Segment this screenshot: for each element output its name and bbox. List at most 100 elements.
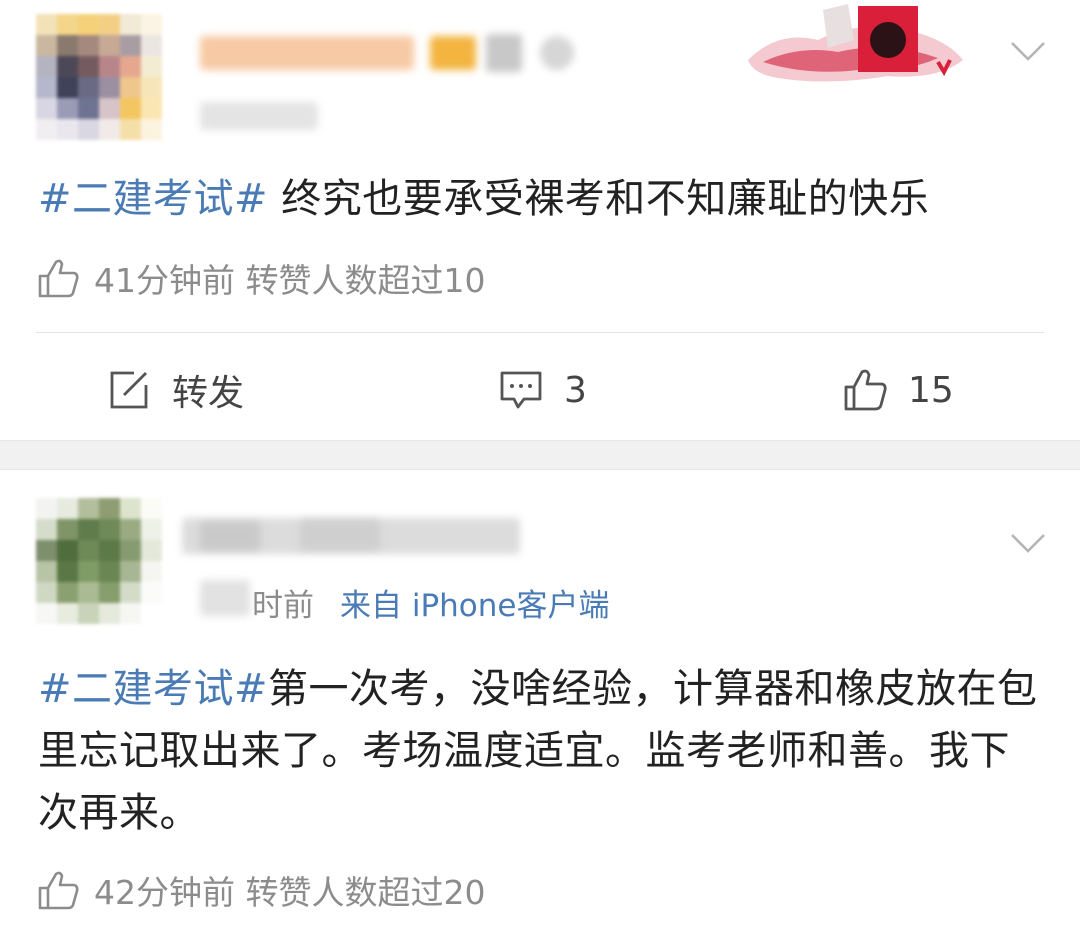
like-button[interactable]: 15 [842, 362, 954, 418]
weibo-post: #二建考试# 终究也要承受裸考和不知廉耻的快乐 41分钟前 转赞人数超过10 转… [0, 0, 1080, 440]
chevron-down-icon[interactable] [1010, 40, 1046, 62]
user-badge-banner [748, 4, 963, 82]
avatar-pixel [120, 498, 141, 519]
avatar-pixel [141, 77, 162, 98]
avatar-pixel [36, 119, 57, 140]
edit-icon [110, 371, 148, 409]
post-content: #二建考试# 终究也要承受裸考和不知廉耻的快乐 [38, 168, 1044, 230]
avatar-pixel [141, 35, 162, 56]
comment-button[interactable]: 3 [498, 362, 587, 418]
avatar-pixel [99, 77, 120, 98]
avatar-pixel [78, 77, 99, 98]
avatar-pixel [36, 561, 57, 582]
avatar-pixel [78, 603, 99, 624]
post-time-blurred [200, 102, 318, 130]
avatar-pixel [120, 603, 141, 624]
post-content: #二建考试#第一次考，没啥经验，计算器和橡皮放在包里忘记取出来了。考场温度适宜。… [38, 658, 1044, 844]
avatar-pixel [57, 77, 78, 98]
chevron-down-icon[interactable] [1010, 532, 1046, 554]
avatar-pixel [57, 98, 78, 119]
avatar-pixel [36, 582, 57, 603]
avatar-pixel [78, 98, 99, 119]
avatar-pixel [78, 582, 99, 603]
avatar-pixel [141, 119, 162, 140]
post-time-blurred [200, 580, 250, 616]
avatar-pixel [141, 14, 162, 35]
avatar[interactable] [36, 14, 162, 140]
avatar-pixel [120, 540, 141, 561]
hashtag-link[interactable]: #二建考试# [38, 666, 268, 712]
post-source[interactable]: 来自 iPhone客户端 [340, 580, 610, 625]
comment-count: 3 [564, 369, 587, 411]
avatar-pixel [120, 519, 141, 540]
avatar-pixel [120, 35, 141, 56]
avatar-pixel [99, 98, 120, 119]
weibo-post: 时前 来自 iPhone客户端 #二建考试#第一次考，没啥经验，计算器和橡皮放在… [0, 470, 1080, 942]
like-count: 15 [908, 369, 954, 411]
avatar[interactable] [36, 498, 162, 624]
repost-label: 转发 [172, 373, 245, 414]
avatar-pixel [36, 98, 57, 119]
avatar-pixel [57, 14, 78, 35]
thumbs-up-icon [38, 259, 79, 298]
stats-text: 41分钟前 转赞人数超过10 [94, 261, 486, 300]
divider [36, 332, 1044, 333]
avatar-pixel [78, 14, 99, 35]
avatar-pixel [120, 119, 141, 140]
avatar-pixel [36, 540, 57, 561]
avatar-pixel [36, 519, 57, 540]
avatar-pixel [36, 56, 57, 77]
avatar-pixel [57, 603, 78, 624]
avatar-pixel [99, 56, 120, 77]
post-time: 时前 [252, 588, 314, 624]
avatar-pixel [120, 582, 141, 603]
avatar-pixel [99, 540, 120, 561]
avatar-pixel [57, 519, 78, 540]
avatar-pixel [141, 582, 162, 603]
repost-button[interactable]: 转发 [106, 362, 244, 418]
avatar-pixel [78, 35, 99, 56]
avatar-pixel [78, 519, 99, 540]
comment-icon [500, 371, 542, 409]
avatar-pixel [99, 561, 120, 582]
avatar-pixel [57, 582, 78, 603]
avatar-pixel [99, 498, 120, 519]
avatar-pixel [120, 14, 141, 35]
feed-separator [0, 440, 1080, 470]
thumbs-up-icon [38, 871, 79, 910]
avatar-pixel [141, 498, 162, 519]
avatar-pixel [99, 14, 120, 35]
avatar-pixel [78, 119, 99, 140]
post-text: 终究也要承受裸考和不知廉耻的快乐 [268, 176, 930, 222]
avatar-pixel [36, 14, 57, 35]
avatar-pixel [99, 519, 120, 540]
avatar-pixel [141, 56, 162, 77]
avatar-pixel [99, 582, 120, 603]
avatar-pixel [78, 56, 99, 77]
avatar-pixel [141, 519, 162, 540]
avatar-pixel [99, 35, 120, 56]
avatar-pixel [120, 56, 141, 77]
thumbs-up-icon [844, 369, 887, 411]
avatar-pixel [141, 540, 162, 561]
avatar-pixel [57, 119, 78, 140]
avatar-pixel [57, 561, 78, 582]
avatar-pixel [78, 540, 99, 561]
avatar-pixel [36, 77, 57, 98]
avatar-pixel [57, 540, 78, 561]
hashtag-link[interactable]: #二建考试# [38, 176, 268, 222]
avatar-pixel [78, 561, 99, 582]
avatar-pixel [36, 498, 57, 519]
avatar-pixel [36, 35, 57, 56]
avatar-pixel [57, 498, 78, 519]
post-stats: 42分钟前 转赞人数超过20 [36, 868, 485, 912]
avatar-pixel [141, 603, 162, 624]
avatar-pixel [78, 498, 99, 519]
post-stats: 41分钟前 转赞人数超过10 [36, 256, 485, 300]
avatar-pixel [141, 561, 162, 582]
stats-text: 42分钟前 转赞人数超过20 [94, 873, 486, 912]
avatar-pixel [57, 56, 78, 77]
avatar-pixel [141, 98, 162, 119]
post-meta: 时前 来自 iPhone客户端 [252, 580, 610, 625]
avatar-pixel [57, 35, 78, 56]
